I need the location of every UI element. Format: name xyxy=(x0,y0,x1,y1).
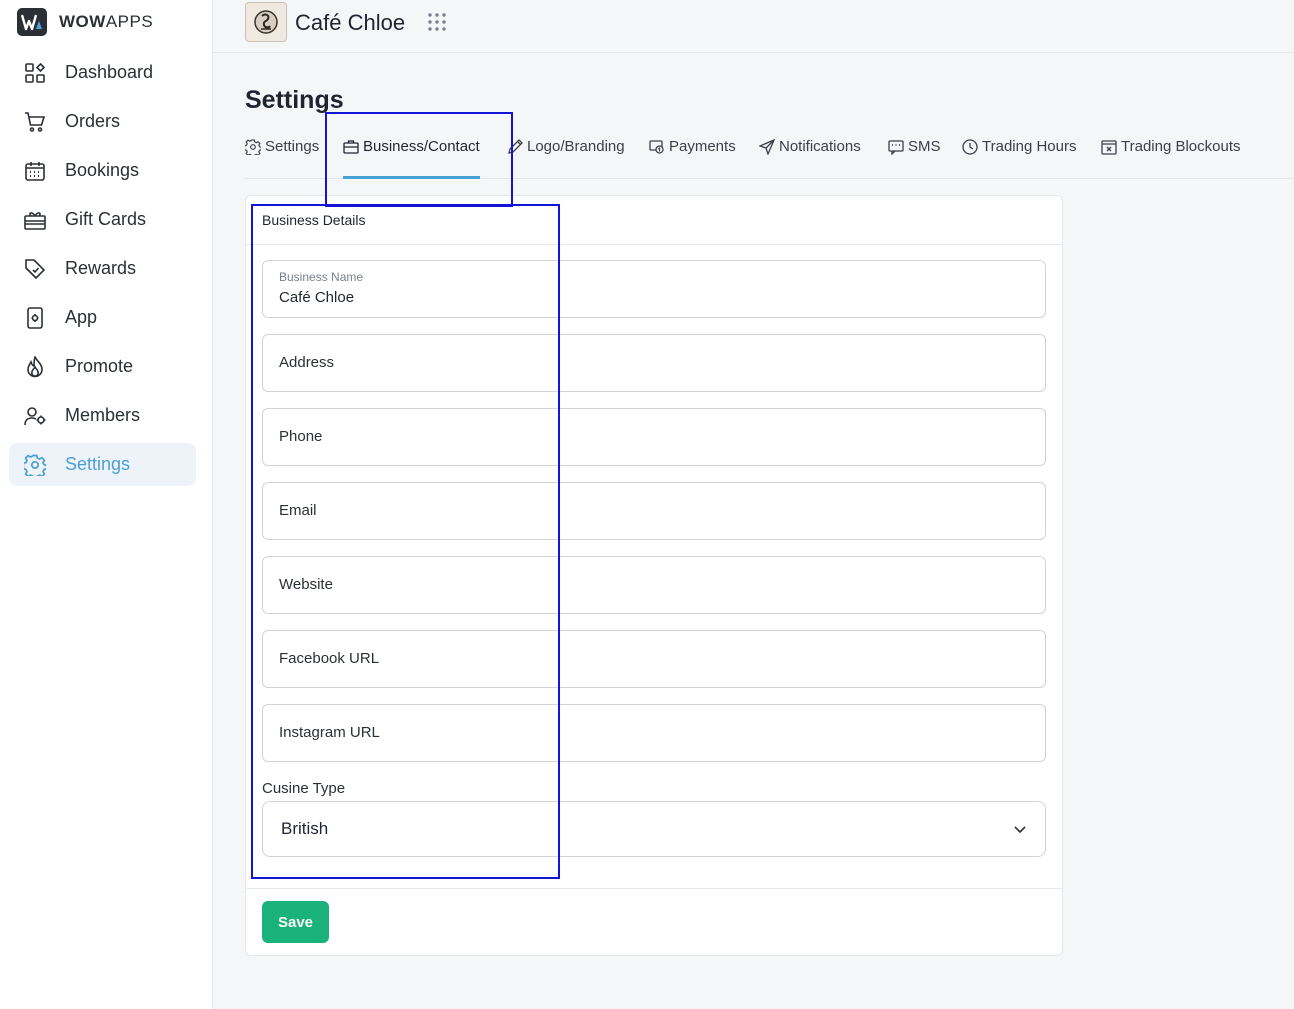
sidebar-item-label: Members xyxy=(65,405,141,425)
sidebar-item-label: Settings xyxy=(65,454,131,474)
website-field[interactable]: Website xyxy=(262,556,1046,614)
sidebar-item-settings[interactable]: Settings xyxy=(9,443,196,486)
sidebar-item-label: Dashboard xyxy=(65,62,154,82)
field-value: Café Chloe xyxy=(279,289,355,306)
sidebar-item-label: Gift Cards xyxy=(65,209,147,229)
sidebar-item-rewards[interactable]: Rewards xyxy=(9,247,196,290)
sidebar-item-members[interactable]: Members xyxy=(9,394,196,437)
phone-icon xyxy=(23,306,47,330)
gear-icon xyxy=(245,139,261,155)
send-icon xyxy=(759,139,775,155)
sidebar-item-app[interactable]: App xyxy=(9,296,196,339)
brand[interactable]: WOWAPPS xyxy=(17,7,153,37)
business-name-field[interactable]: Business Name Café Chloe xyxy=(262,260,1046,318)
tab-sms[interactable]: SMS xyxy=(888,133,941,179)
card-footer-divider xyxy=(246,888,1062,889)
wowapps-logo-icon xyxy=(17,8,47,36)
tab-label: Trading Hours xyxy=(982,138,1077,155)
message-icon xyxy=(888,139,904,155)
field-placeholder: Email xyxy=(279,502,317,519)
field-placeholder: Phone xyxy=(279,428,323,445)
tab-notifications[interactable]: Notifications xyxy=(759,133,861,179)
sidebar-item-label: App xyxy=(65,307,98,327)
clock-icon xyxy=(962,139,978,155)
fire-icon xyxy=(23,355,47,379)
tab-settings[interactable]: Settings xyxy=(245,133,319,179)
tab-trading-blockouts[interactable]: Trading Blockouts xyxy=(1101,133,1241,179)
business-details-card: Business Details Business Name Café Chlo… xyxy=(245,195,1063,956)
sidebar-item-gift-cards[interactable]: Gift Cards xyxy=(9,198,196,241)
apps-grid-icon[interactable] xyxy=(427,12,447,32)
field-placeholder: Instagram URL xyxy=(279,724,380,741)
page-title: Settings xyxy=(245,86,344,114)
sidebar-nav: Dashboard Orders Bookings Gift Cards Rew… xyxy=(9,51,196,492)
members-icon xyxy=(23,404,47,428)
tab-label: SMS xyxy=(908,138,941,155)
sidebar-item-dashboard[interactable]: Dashboard xyxy=(9,51,196,94)
email-field[interactable]: Email xyxy=(262,482,1046,540)
field-label: Business Name xyxy=(279,270,364,284)
payments-icon xyxy=(649,139,665,155)
sidebar-item-label: Promote xyxy=(65,356,134,376)
tab-label: Trading Blockouts xyxy=(1121,138,1241,155)
sidebar-item-orders[interactable]: Orders xyxy=(9,100,196,143)
tab-label: Business/Contact xyxy=(363,138,480,155)
gear-icon xyxy=(23,453,47,477)
sidebar-item-bookings[interactable]: Bookings xyxy=(9,149,196,192)
tag-icon xyxy=(23,257,47,281)
sidebar: WOWAPPS Dashboard Orders Bookings Gift C… xyxy=(0,0,213,1009)
top-bar: Café Chloe xyxy=(213,0,1294,53)
calendar-x-icon xyxy=(1101,139,1117,155)
field-placeholder: Facebook URL xyxy=(279,650,380,667)
tab-logo-branding[interactable]: Logo/Branding xyxy=(507,133,625,179)
cuisine-type-label: Cusine Type xyxy=(262,780,346,797)
tab-label: Settings xyxy=(265,138,320,155)
tab-business-contact[interactable]: Business/Contact xyxy=(343,133,480,179)
field-placeholder: Website xyxy=(279,576,333,593)
cart-icon xyxy=(23,110,47,134)
card-title: Business Details xyxy=(246,196,1062,245)
tab-label: Logo/Branding xyxy=(527,138,625,155)
briefcase-icon xyxy=(343,139,359,155)
tab-label: Notifications xyxy=(779,138,861,155)
dashboard-icon xyxy=(23,61,47,85)
calendar-icon xyxy=(23,159,47,183)
phone-field[interactable]: Phone xyxy=(262,408,1046,466)
cuisine-type-select[interactable]: British xyxy=(262,801,1046,857)
tab-trading-hours[interactable]: Trading Hours xyxy=(962,133,1076,179)
business-avatar[interactable] xyxy=(245,2,287,42)
tab-label: Payments xyxy=(669,138,736,155)
save-button[interactable]: Save xyxy=(262,901,329,943)
sidebar-item-label: Bookings xyxy=(65,160,140,180)
field-placeholder: Address xyxy=(279,354,335,371)
chevron-down-icon xyxy=(1013,822,1027,836)
sidebar-item-label: Orders xyxy=(65,111,121,131)
pen-icon xyxy=(507,139,523,155)
sidebar-item-promote[interactable]: Promote xyxy=(9,345,196,388)
facebook-url-field[interactable]: Facebook URL xyxy=(262,630,1046,688)
instagram-url-field[interactable]: Instagram URL xyxy=(262,704,1046,762)
brand-name: WOWAPPS xyxy=(59,12,154,31)
select-value: British xyxy=(281,819,329,838)
sidebar-item-label: Rewards xyxy=(65,258,137,278)
tab-payments[interactable]: Payments xyxy=(649,133,736,179)
gift-card-icon xyxy=(23,208,47,232)
settings-tabs: Settings Business/Contact Logo/Branding … xyxy=(245,133,1294,179)
address-field[interactable]: Address xyxy=(262,334,1046,392)
business-name: Café Chloe xyxy=(295,10,406,35)
